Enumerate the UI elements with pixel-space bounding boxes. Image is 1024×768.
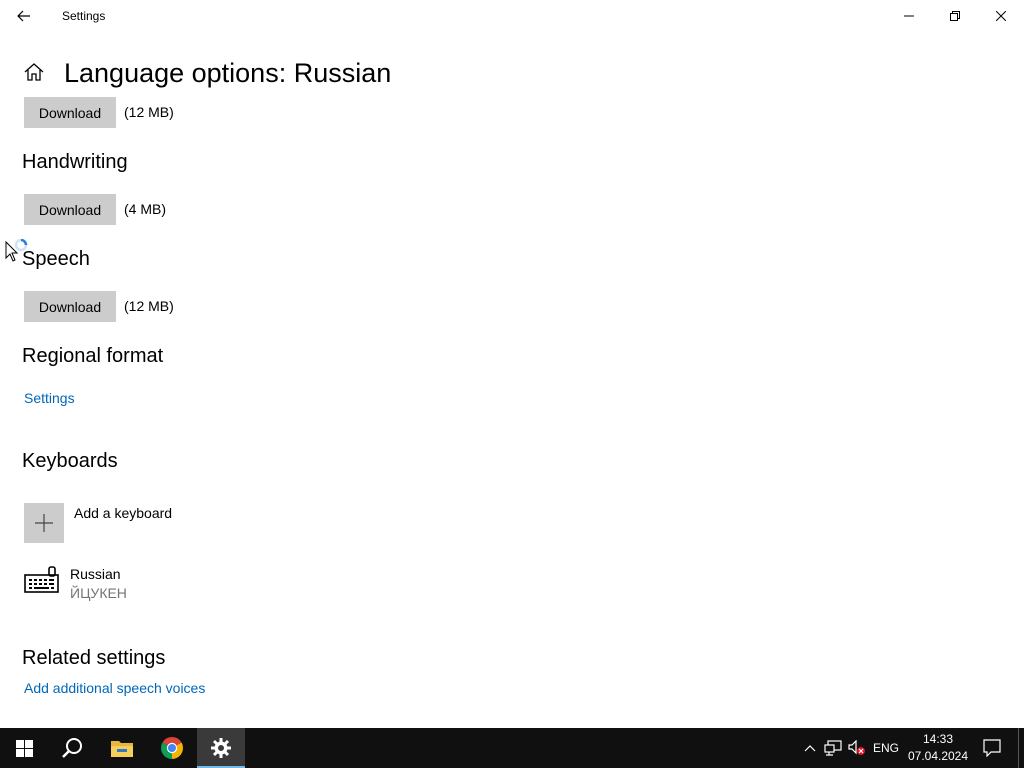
show-hidden-icons-button[interactable] (800, 728, 820, 768)
download-button-speech[interactable]: Download (24, 291, 116, 322)
keyboard-layout: ЙЦУКЕН (70, 585, 127, 601)
download-button-language-pack[interactable]: Download (24, 97, 116, 128)
chevron-up-icon (804, 745, 816, 752)
back-button[interactable] (8, 0, 40, 32)
network-icon (824, 740, 842, 756)
add-keyboard-label[interactable]: Add a keyboard (74, 505, 172, 521)
page-title: Language options: Russian (64, 58, 392, 88)
show-desktop-button[interactable] (1018, 728, 1019, 768)
start-icon (15, 739, 33, 757)
restore-icon (950, 11, 960, 21)
close-icon (996, 11, 1006, 21)
file-explorer-button[interactable] (98, 728, 146, 768)
plus-icon (35, 514, 53, 532)
settings-icon (211, 738, 231, 758)
search-icon (62, 738, 82, 758)
file-explorer-icon (111, 741, 133, 757)
home-button[interactable] (20, 58, 48, 86)
minimize-icon (904, 15, 914, 17)
minimize-button[interactable] (886, 0, 932, 32)
close-button[interactable] (978, 0, 1024, 32)
action-center-button[interactable] (974, 728, 1010, 768)
title-bar: Settings (0, 0, 1024, 32)
busy-cursor-icon (5, 239, 28, 262)
handwriting-heading: Handwriting (22, 151, 128, 173)
download-button-handwriting[interactable]: Download (24, 194, 116, 225)
start-button[interactable] (0, 728, 48, 768)
clock-date: 07.04.2024 (907, 749, 969, 763)
add-keyboard-button[interactable] (24, 503, 64, 543)
input-language-indicator[interactable]: ENG (870, 728, 902, 768)
keyboard-icon (24, 566, 59, 593)
search-button[interactable] (48, 728, 96, 768)
chrome-icon (161, 737, 183, 759)
keyboard-name: Russian (70, 566, 121, 582)
restore-button[interactable] (932, 0, 978, 32)
back-arrow-icon (17, 10, 30, 22)
related-settings-heading: Related settings (22, 647, 166, 669)
chrome-button[interactable] (148, 728, 196, 768)
regional-format-settings-link[interactable]: Settings (24, 388, 75, 408)
taskbar: ENG 14:33 07.04.2024 (0, 728, 1024, 768)
clock[interactable]: 14:33 07.04.2024 (905, 728, 971, 768)
window-title: Settings (62, 9, 106, 23)
notification-icon (983, 739, 1001, 757)
volume-button[interactable] (846, 728, 868, 768)
network-button[interactable] (822, 728, 844, 768)
volume-muted-icon (848, 740, 865, 755)
home-icon (24, 63, 44, 81)
settings-taskbar-button[interactable] (197, 728, 245, 768)
download-size-speech: (12 MB) (124, 298, 174, 314)
clock-time: 14:33 (922, 732, 954, 746)
add-speech-voices-link[interactable]: Add additional speech voices (24, 678, 205, 698)
download-size-handwriting: (4 MB) (124, 201, 166, 217)
download-size-language-pack: (12 MB) (124, 104, 174, 120)
keyboards-heading: Keyboards (22, 450, 118, 472)
regional-format-heading: Regional format (22, 345, 164, 367)
